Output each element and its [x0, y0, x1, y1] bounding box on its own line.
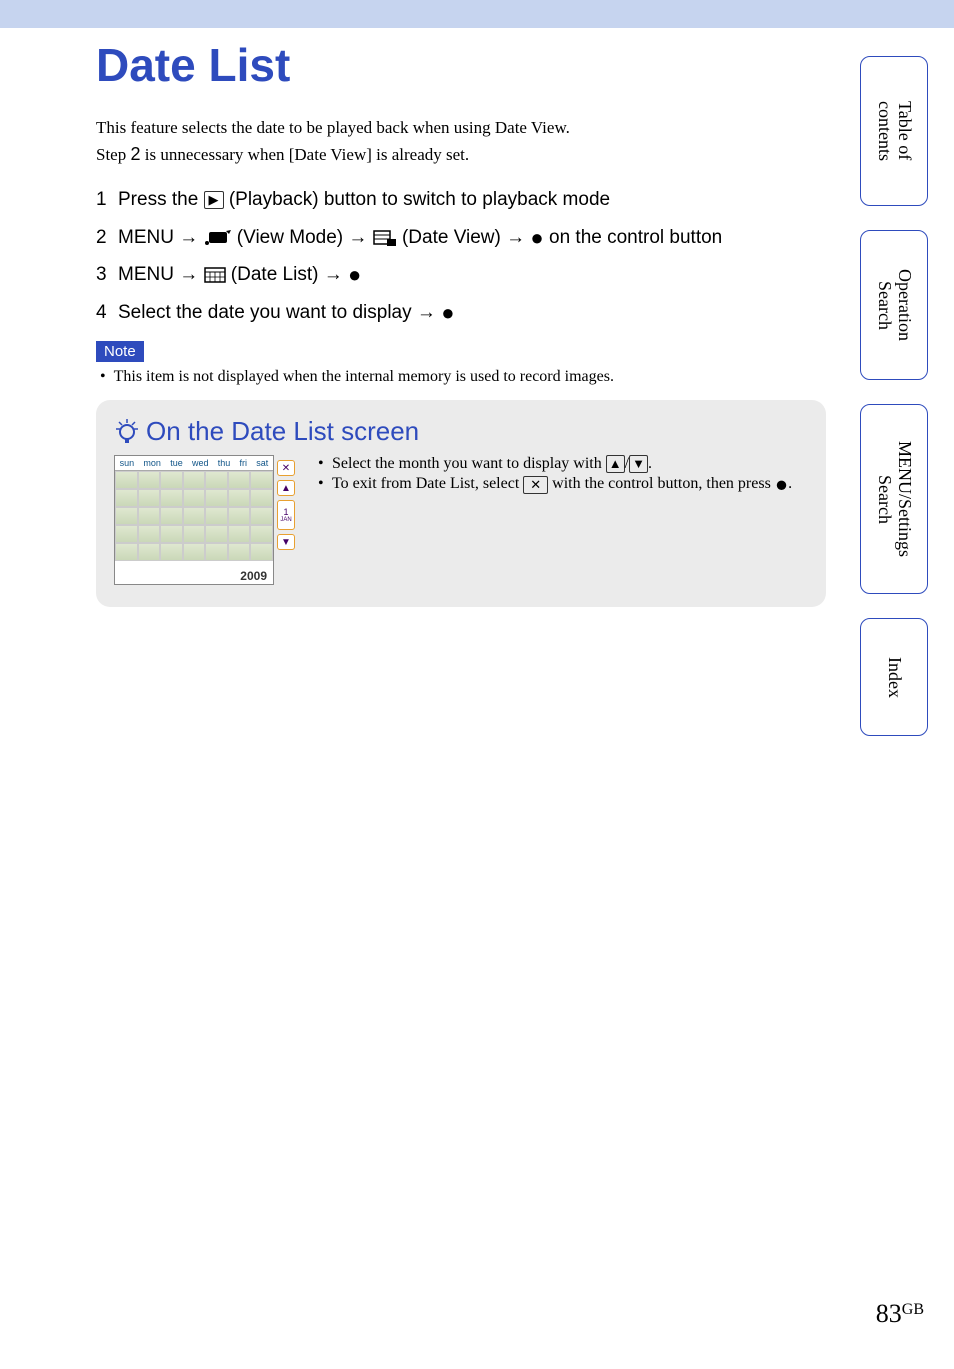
cal-day: fri [240, 458, 248, 468]
tab-menu-settings-search[interactable]: MENU/SettingsSearch [860, 404, 928, 594]
step-1b: (Playback) button to switch to playback … [229, 189, 610, 210]
step-2a: MENU [118, 227, 179, 248]
arrow-icon: → [179, 227, 198, 248]
center-button-icon: ● [775, 472, 788, 497]
center-button-icon: ● [441, 300, 454, 325]
cal-day: tue [170, 458, 183, 468]
step-num: 2 [96, 223, 118, 252]
tip-b2a: To exit from Date List, select [332, 475, 523, 492]
tab-index[interactable]: Index [860, 618, 928, 736]
down-button-icon: ▼ [629, 455, 648, 473]
calendar-grid [115, 471, 273, 561]
arrow-icon: → [348, 227, 367, 248]
step-3b: (Date List) [231, 264, 324, 285]
tab-label: Search [875, 281, 895, 330]
view-mode-icon [204, 229, 232, 247]
calendar-side-buttons: ✕ ▲ 1JAN ▼ [277, 460, 295, 550]
arrow-icon: → [179, 264, 198, 285]
hint-icon [114, 418, 140, 446]
step-2c: (Date View) [402, 227, 506, 248]
calendar-illustration: sun mon tue wed thu fri sat [114, 455, 296, 585]
tip-bullet-2: To exit from Date List, select ✕ with th… [318, 475, 808, 493]
step-num: 1 [96, 185, 118, 214]
x-button-icon: ✕ [523, 476, 548, 494]
step-3a: MENU [118, 264, 179, 285]
tip-b1a: Select the month you want to display wit… [332, 455, 606, 472]
note-text: • This item is not displayed when the in… [100, 368, 826, 386]
step-text: Press the ▶ (Playback) button to switch … [118, 185, 826, 214]
arrow-icon: → [417, 302, 436, 323]
calendar-up-button: ▲ [277, 480, 295, 496]
calendar-close-button: ✕ [277, 460, 295, 476]
tip-title: On the Date List screen [114, 416, 808, 447]
page-number: 83GB [876, 1299, 924, 1329]
page-num-suffix: GB [902, 1301, 924, 1318]
tab-operation-search[interactable]: OperationSearch [860, 230, 928, 380]
up-button-icon: ▲ [606, 455, 625, 473]
intro-paragraph: This feature selects the date to be play… [96, 116, 826, 167]
tip-b2c: . [788, 475, 792, 492]
tab-label: Search [875, 475, 895, 524]
arrow-icon: → [324, 264, 343, 285]
cal-big-mon: JAN [280, 517, 291, 523]
step-2d: on the control button [549, 227, 722, 248]
step-1a: Press the [118, 189, 204, 210]
calendar-month-indicator: 1JAN [277, 500, 295, 530]
step-4: 4 Select the date you want to display → … [96, 298, 826, 327]
date-view-icon [373, 229, 397, 247]
tab-table-of-contents[interactable]: Table ofcontents [860, 56, 928, 206]
cal-day: mon [143, 458, 161, 468]
page-title: Date List [96, 38, 826, 92]
center-button-icon: ● [348, 262, 361, 287]
tip-bullet-1: Select the month you want to display wit… [318, 455, 808, 473]
playback-icon: ▶ [204, 191, 224, 209]
step-4a: Select the date you want to display [118, 302, 417, 323]
cal-big-num: 1 [283, 508, 288, 517]
calendar-year: 2009 [238, 569, 269, 583]
tab-label: contents [875, 101, 895, 161]
side-nav-tabs: Table ofcontents OperationSearch MENU/Se… [860, 56, 928, 760]
page-num-value: 83 [876, 1299, 902, 1328]
tab-label: MENU/Settings [895, 441, 915, 557]
calendar-down-button: ▼ [277, 534, 295, 550]
center-button-icon: ● [530, 225, 543, 250]
tip-b2b: with the control button, then press [548, 475, 775, 492]
step-text: MENU → (View Mode) → (Date View) → ● on … [118, 223, 826, 252]
step-text: Select the date you want to display → ● [118, 298, 826, 327]
tip-body: sun mon tue wed thu fri sat [114, 455, 808, 585]
tab-label: Table of [895, 101, 915, 160]
arrow-icon: → [506, 227, 525, 248]
tip-bullets: Select the month you want to display wit… [318, 455, 808, 585]
tab-label: Operation [895, 269, 915, 341]
play-glyph: ▶ [209, 192, 219, 207]
date-list-icon [204, 267, 226, 283]
tip-title-text: On the Date List screen [146, 416, 419, 447]
step-2: 2 MENU → (View Mode) → (Date View) → ● o… [96, 223, 826, 252]
cal-day: wed [192, 458, 209, 468]
intro-line1: This feature selects the date to be play… [96, 118, 570, 137]
cal-day: thu [218, 458, 231, 468]
step-1: 1 Press the ▶ (Playback) button to switc… [96, 185, 826, 214]
steps-list: 1 Press the ▶ (Playback) button to switc… [96, 185, 826, 327]
note-label: Note [96, 341, 144, 362]
step-text: MENU → (Date List) → ● [118, 260, 826, 289]
tip-box: On the Date List screen sun mon tue wed … [96, 400, 826, 607]
tab-label: Index [884, 657, 904, 698]
main-content: Date List This feature selects the date … [96, 38, 826, 607]
step-num: 3 [96, 260, 118, 289]
calendar-days-header: sun mon tue wed thu fri sat [115, 456, 273, 471]
step-3: 3 MENU → (Date List) → ● [96, 260, 826, 289]
cal-day: sun [120, 458, 135, 468]
intro-line2a: Step [96, 145, 130, 164]
tip-b1c: . [648, 455, 652, 472]
cal-day: sat [256, 458, 268, 468]
step-2b: (View Mode) [237, 227, 349, 248]
intro-step-num: 2 [130, 144, 140, 164]
header-band [0, 0, 954, 28]
note-text-content: This item is not displayed when the inte… [114, 368, 614, 385]
intro-line2b: is unnecessary when [Date View] is alrea… [141, 145, 470, 164]
step-num: 4 [96, 298, 118, 327]
